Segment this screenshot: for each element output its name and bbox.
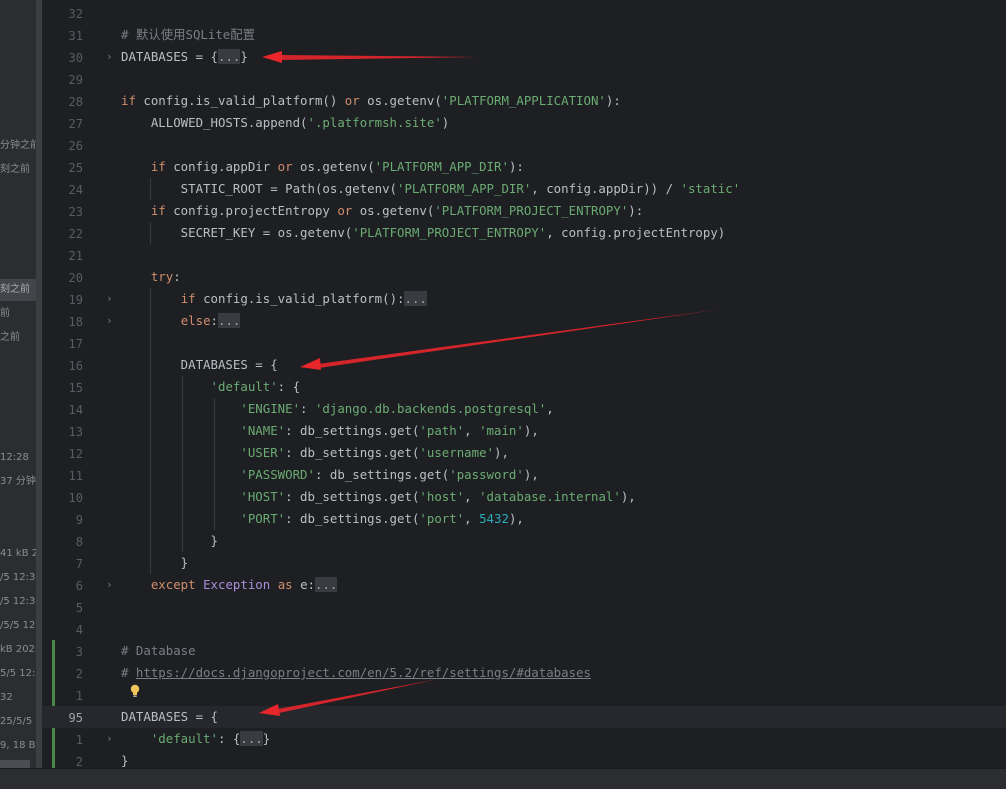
red-arrow-annotation [262, 51, 282, 63]
red-arrow-annotation [278, 679, 438, 713]
status-bar [0, 768, 1006, 789]
red-arrow-annotation [280, 55, 478, 60]
annotation-arrows [259, 51, 722, 716]
red-arrow-annotation [318, 309, 722, 368]
red-arrow-annotation [259, 704, 280, 716]
red-arrow-annotation [300, 358, 321, 370]
